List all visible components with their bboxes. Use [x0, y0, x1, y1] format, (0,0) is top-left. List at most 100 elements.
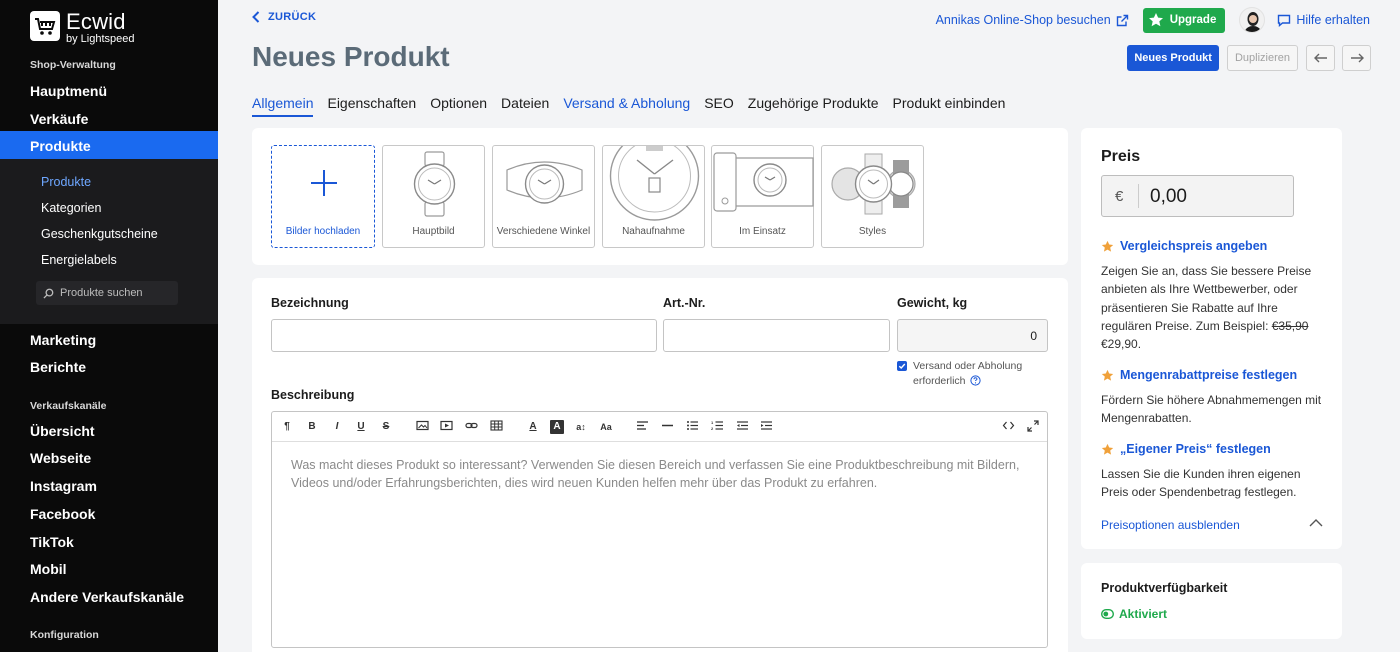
tab-attributes[interactable]: Eigenschaften	[327, 95, 416, 117]
nav-products[interactable]: Produkte	[0, 131, 218, 159]
paragraph-icon[interactable]: ¶	[280, 420, 294, 434]
price-card: Preis € 0,00 Vergleichspreis angeben Zei…	[1081, 128, 1342, 549]
underline-icon[interactable]: U	[354, 420, 368, 434]
image-slot-in-use[interactable]: Im Einsatz	[711, 145, 814, 248]
image-slot-main[interactable]: Hauptbild	[382, 145, 485, 248]
previous-product-button[interactable]	[1306, 45, 1335, 71]
watch-icon	[413, 151, 456, 217]
chevron-left-icon	[252, 11, 260, 23]
image-slot-closeup[interactable]: Nahaufnahme	[602, 145, 705, 248]
search-icon	[43, 288, 54, 299]
nav-channel-overview[interactable]: Übersicht	[30, 423, 95, 439]
insert-link-icon[interactable]	[464, 420, 478, 434]
watch-styles-icon	[831, 153, 916, 215]
top-actions: Annikas Online-Shop besuchen Upgrade Hil…	[936, 7, 1370, 33]
shipping-required-checkbox[interactable]: Versand oder Abholung erforderlich	[897, 359, 1041, 389]
nav-main-menu[interactable]: Hauptmenü	[30, 83, 107, 99]
custom-price-title: „Eigener Preis“ festlegen	[1120, 442, 1271, 456]
tab-shipping[interactable]: Versand & Abholung	[563, 95, 690, 117]
numbered-list-icon[interactable]: 12	[710, 420, 724, 434]
star-icon	[1101, 240, 1114, 252]
indent-icon[interactable]	[759, 420, 773, 434]
hide-price-options-link[interactable]: Preisoptionen ausblenden	[1101, 518, 1323, 532]
upload-images-button[interactable]: Bilder hochladen	[271, 145, 375, 248]
help-circle-icon[interactable]	[970, 375, 982, 386]
subnav-gift-cards[interactable]: Geschenkgutscheine	[41, 227, 158, 241]
italic-icon[interactable]: I	[330, 420, 344, 434]
nav-channel-mobile[interactable]: Mobil	[30, 561, 67, 577]
price-title: Preis	[1101, 148, 1141, 165]
compare-price-link[interactable]: Vergleichspreis angeben	[1101, 239, 1331, 253]
nav-channel-instagram[interactable]: Instagram	[30, 478, 97, 494]
bulk-discount-title: Mengenrabattpreise festlegen	[1120, 368, 1298, 382]
custom-price-link[interactable]: „Eigener Preis“ festlegen	[1101, 442, 1331, 456]
price-input[interactable]: € 0,00	[1101, 175, 1294, 217]
compare-price-option: Vergleichspreis angeben Zeigen Sie an, d…	[1101, 239, 1331, 353]
external-link-icon	[1116, 14, 1128, 26]
compare-price-text: Zeigen Sie an, dass Sie bessere Preise a…	[1101, 262, 1331, 353]
name-input[interactable]	[271, 319, 657, 352]
availability-title: Produktverfügbarkeit	[1101, 581, 1228, 595]
help-link[interactable]: Hilfe erhalten	[1277, 13, 1370, 27]
compare-price-title: Vergleichspreis angeben	[1120, 239, 1268, 253]
font-family-icon[interactable]: Aa	[599, 420, 613, 434]
duplicate-button[interactable]: Duplizieren	[1226, 45, 1298, 71]
font-size-icon[interactable]: a↕	[574, 420, 588, 434]
code-view-icon[interactable]	[1001, 420, 1015, 434]
image-slot-angles[interactable]: Verschiedene Winkel	[492, 145, 595, 248]
avatar[interactable]	[1239, 7, 1266, 33]
tab-seo[interactable]: SEO	[704, 95, 734, 117]
new-product-button[interactable]: Neues Produkt	[1127, 45, 1219, 71]
insert-image-icon[interactable]	[415, 420, 429, 434]
logo-subtitle: by Lightspeed	[66, 33, 135, 45]
header-buttons: Neues Produkt Duplizieren	[1127, 45, 1371, 71]
description-label: Beschreibung	[271, 388, 355, 402]
text-color-icon[interactable]: A	[526, 420, 540, 434]
background-color-icon[interactable]: A	[550, 420, 564, 434]
nav-channel-facebook[interactable]: Facebook	[30, 506, 95, 522]
tab-files[interactable]: Dateien	[501, 95, 549, 117]
weight-input[interactable]: 0	[897, 319, 1048, 352]
availability-status: Aktiviert	[1119, 607, 1168, 621]
subnav-products[interactable]: Produkte	[41, 175, 91, 189]
fullscreen-icon[interactable]	[1026, 420, 1040, 434]
tab-related-products[interactable]: Zugehörige Produkte	[748, 95, 879, 117]
nav-channel-tiktok[interactable]: TikTok	[30, 534, 74, 550]
image-slot-styles[interactable]: Styles	[821, 145, 924, 248]
back-link[interactable]: ZURÜCK	[252, 11, 316, 23]
star-icon	[1148, 13, 1163, 27]
strikethrough-icon[interactable]: S	[379, 420, 393, 434]
next-product-button[interactable]	[1342, 45, 1371, 71]
tab-general[interactable]: Allgemein	[252, 95, 314, 117]
align-icon[interactable]	[635, 420, 649, 434]
image-slot-in-use-label: Im Einsatz	[739, 225, 786, 237]
nav-channel-other[interactable]: Andere Verkaufskanäle	[30, 589, 184, 605]
tab-embed-product[interactable]: Produkt einbinden	[893, 95, 1006, 117]
availability-card: Produktverfügbarkeit Aktiviert	[1081, 563, 1342, 639]
visit-shop-link[interactable]: Annikas Online-Shop besuchen	[936, 13, 1129, 27]
horizontal-rule-icon[interactable]	[660, 420, 674, 434]
insert-video-icon[interactable]	[439, 420, 453, 434]
nav-channel-website[interactable]: Webseite	[30, 450, 91, 466]
availability-toggle[interactable]: Aktiviert	[1101, 607, 1167, 621]
insert-table-icon[interactable]	[489, 420, 503, 434]
upgrade-button[interactable]: Upgrade	[1142, 7, 1226, 33]
ecwid-logo[interactable]: Ecwid by Lightspeed	[30, 11, 135, 45]
outdent-icon[interactable]	[735, 420, 749, 434]
subnav-energy-labels[interactable]: Energielabels	[41, 253, 117, 267]
nav-sales[interactable]: Verkäufe	[30, 111, 88, 127]
subnav-categories[interactable]: Kategorien	[41, 201, 101, 215]
bullet-list-icon[interactable]	[685, 420, 699, 434]
sidebar-search-input[interactable]: Produkte suchen	[36, 281, 178, 305]
bulk-discount-link[interactable]: Mengenrabattpreise festlegen	[1101, 368, 1331, 382]
description-editor[interactable]: ¶ B I U S A A a↕ Aa 12 Was macht dieses …	[271, 411, 1048, 648]
bold-icon[interactable]: B	[305, 420, 319, 434]
logo-name: Ecwid	[66, 9, 126, 34]
bulk-discount-option: Mengenrabattpreise festlegen Fördern Sie…	[1101, 368, 1331, 428]
nav-reports[interactable]: Berichte	[30, 359, 86, 375]
watch-closeup-icon	[609, 146, 700, 221]
sku-input[interactable]	[663, 319, 890, 352]
section-title-channels: Verkaufskanäle	[30, 400, 107, 412]
tab-options[interactable]: Optionen	[430, 95, 487, 117]
nav-marketing[interactable]: Marketing	[30, 332, 96, 348]
